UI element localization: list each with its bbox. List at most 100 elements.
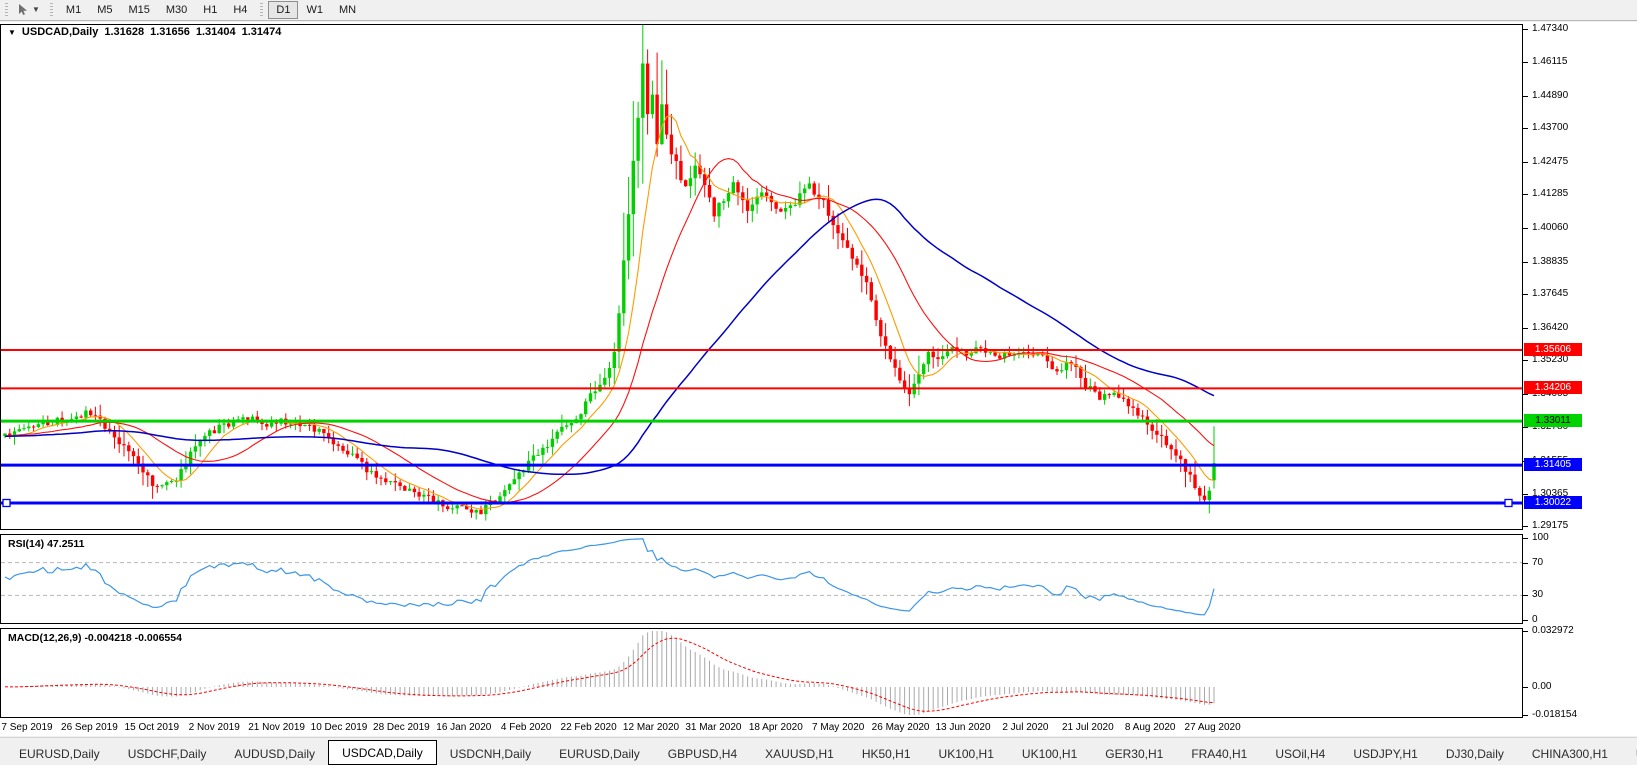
ma-mid-line (4, 158, 1215, 503)
price-tick-label: 1.43700 (1523, 122, 1568, 134)
price-tick-label: 1.29175 (1523, 520, 1568, 532)
date-label: 2 Jul 2020 (1002, 722, 1049, 733)
price-pane[interactable] (0, 24, 1523, 530)
price-tick-label: 1.42475 (1523, 156, 1568, 168)
price-tick-label: 1.47340 (1523, 23, 1568, 35)
timeframe-button-m1[interactable]: M1 (58, 1, 89, 19)
rsi-levels (1, 562, 1522, 596)
hline-price-badge[interactable]: 1.30022 (1524, 495, 1582, 509)
date-label: 21 Nov 2019 (248, 722, 305, 733)
collapse-caret-icon[interactable]: ▼ (8, 28, 16, 37)
chart-tab-eurusd-daily[interactable]: EURUSD,Daily (6, 744, 113, 765)
price-tick-label: 1.41285 (1523, 188, 1568, 200)
hline-price-badge[interactable]: 1.33011 (1524, 414, 1582, 428)
date-label: 31 Mar 2020 (685, 722, 742, 733)
chart-tab-usoil-h4[interactable]: USOil,H4 (1262, 744, 1338, 765)
chart-tab-bar: EURUSD,Daily USDCHF,Daily AUDUSD,Daily USDC… (0, 737, 1637, 765)
cursor-icon (19, 4, 27, 15)
date-label: 16 Jan 2020 (436, 722, 492, 733)
timeframe-button-d1[interactable]: D1 (268, 1, 299, 19)
timeframe-button-m15[interactable]: M15 (120, 1, 157, 19)
date-label: 22 Feb 2020 (560, 722, 617, 733)
chart-title: ▼ USDCAD,Daily 1.31628 1.31656 1.31404 1… (8, 26, 281, 38)
timeframe-button-mn[interactable]: MN (331, 1, 364, 19)
chart-tab-hk50-h1[interactable]: HK50,H1 (849, 744, 924, 765)
chart-tab-china300-h1[interactable]: CHINA300,H1 (1519, 744, 1621, 765)
date-label: 27 Aug 2020 (1184, 722, 1241, 733)
price-tick-label: 1.35230 (1523, 354, 1568, 366)
chart-tab-xauusd-h1[interactable]: XAUUSD,H1 (752, 744, 847, 765)
date-label: 13 Jun 2020 (935, 722, 991, 733)
rsi-label: RSI(14) 47.2511 (8, 538, 85, 550)
macd-tick-label: 0.00 (1523, 681, 1551, 693)
toolbar-grip[interactable] (5, 3, 8, 17)
dropdown-caret-icon: ▼ (32, 5, 40, 14)
date-label: 26 Sep 2019 (61, 722, 118, 733)
chart-tab-usoil-h1[interactable]: USOil,H1 (1623, 744, 1637, 765)
timeframe-button-group: M1 M5 M15 M30 H1 H4 D1 W1 MN (58, 1, 364, 19)
date-label: 18 Apr 2020 (748, 722, 803, 733)
price-chart-canvas[interactable] (1, 25, 1522, 529)
macd-tick-label: 0.032972 (1523, 625, 1574, 637)
macd-label: MACD(12,26,9) -0.004218 -0.006554 (8, 632, 182, 644)
date-label: 10 Dec 2019 (310, 722, 368, 733)
price-axis: 1.47340 1.46115 1.44890 1.43700 1.42475 1.412… (1523, 22, 1637, 736)
date-label: 26 May 2020 (871, 722, 930, 733)
timeframe-button-h1[interactable]: H1 (195, 1, 225, 19)
top-toolbar: ▼ M1 M5 M15 M30 H1 H4 D1 W1 MN (0, 0, 1637, 21)
date-label: 28 Dec 2019 (373, 722, 430, 733)
chart-tab-dj30-daily[interactable]: DJ30,Daily (1433, 744, 1517, 765)
chart-window: ▼ USDCAD,Daily 1.31628 1.31656 1.31404 1… (0, 22, 1637, 736)
chart-tab-ger30-h1[interactable]: GER30,H1 (1092, 744, 1176, 765)
rsi-tick-label: 30 (1523, 589, 1543, 601)
hline-handle (1504, 498, 1513, 508)
chart-tab-uk100-h1[interactable]: UK100,H1 (926, 744, 1007, 765)
macd-histogram (9, 631, 1215, 715)
date-label: 12 Mar 2020 (622, 722, 680, 733)
chart-tab-usdjpy-h1[interactable]: USDJPY,H1 (1340, 744, 1430, 765)
date-label: 4 Feb 2020 (500, 722, 552, 733)
hline-handle (2, 498, 11, 508)
hline-price-badge[interactable]: 1.35606 (1524, 343, 1582, 356)
timeframe-button-w1[interactable]: W1 (298, 1, 331, 19)
price-tick-label: 1.36420 (1523, 322, 1568, 334)
toolbar-grip[interactable] (49, 3, 53, 17)
timeframe-button-h4[interactable]: H4 (225, 1, 255, 19)
chart-tab-usdcnh-daily[interactable]: USDCNH,Daily (437, 744, 544, 765)
chart-tab-usdchf-daily[interactable]: USDCHF,Daily (115, 744, 220, 765)
price-tick-label: 1.46115 (1523, 56, 1567, 68)
rsi-pane[interactable]: RSI(14) 47.2511 (0, 534, 1523, 624)
date-label: 8 Aug 2020 (1124, 722, 1176, 733)
date-label: 15 Oct 2019 (124, 722, 180, 733)
price-tick-label: 1.37645 (1523, 288, 1568, 300)
toolbar-grip[interactable] (260, 3, 264, 17)
timeframe-button-m30[interactable]: M30 (158, 1, 195, 19)
ma-fast-line (4, 115, 1215, 510)
chart-tab-fra40-h1[interactable]: FRA40,H1 (1178, 744, 1260, 765)
ohlc-open: 1.31628 (104, 26, 145, 38)
macd-canvas[interactable] (1, 629, 1522, 717)
timeframe-button-m5[interactable]: M5 (89, 1, 120, 19)
hline-price-badge[interactable]: 1.34206 (1524, 381, 1582, 395)
ma-slow-line (5, 198, 1215, 476)
price-tick-label: 1.40060 (1523, 222, 1568, 234)
ohlc-high: 1.31656 (150, 26, 190, 38)
chart-symbol-label: USDCAD,Daily (21, 26, 99, 38)
chart-tab-usdcad-daily[interactable]: USDCAD,Daily (328, 740, 437, 765)
rsi-line (4, 538, 1215, 616)
price-tick-label: 1.44890 (1523, 90, 1568, 102)
date-axis: 7 Sep 2019 26 Sep 2019 15 Oct 2019 2 Nov 20… (0, 720, 1523, 736)
chart-tab-uk100-h1[interactable]: UK100,H1 (1009, 744, 1090, 765)
chart-tab-gbpusd-h4[interactable]: GBPUSD,H4 (655, 744, 750, 765)
ohlc-close: 1.31474 (241, 26, 282, 38)
chart-tab-eurusd-daily[interactable]: EURUSD,Daily (546, 744, 653, 765)
date-label: 2 Nov 2019 (188, 722, 240, 733)
hline-price-badge[interactable]: 1.31405 (1524, 458, 1582, 472)
price-tick-label: 1.38835 (1523, 256, 1568, 268)
rsi-canvas[interactable] (1, 535, 1522, 623)
macd-pane[interactable]: MACD(12,26,9) -0.004218 -0.006554 (0, 628, 1523, 718)
date-label: 21 Jul 2020 (1061, 722, 1114, 733)
rsi-tick-label: 70 (1523, 557, 1543, 569)
cursor-tool-button[interactable]: ▼ (13, 1, 45, 19)
chart-tab-audusd-daily[interactable]: AUDUSD,Daily (221, 744, 328, 765)
